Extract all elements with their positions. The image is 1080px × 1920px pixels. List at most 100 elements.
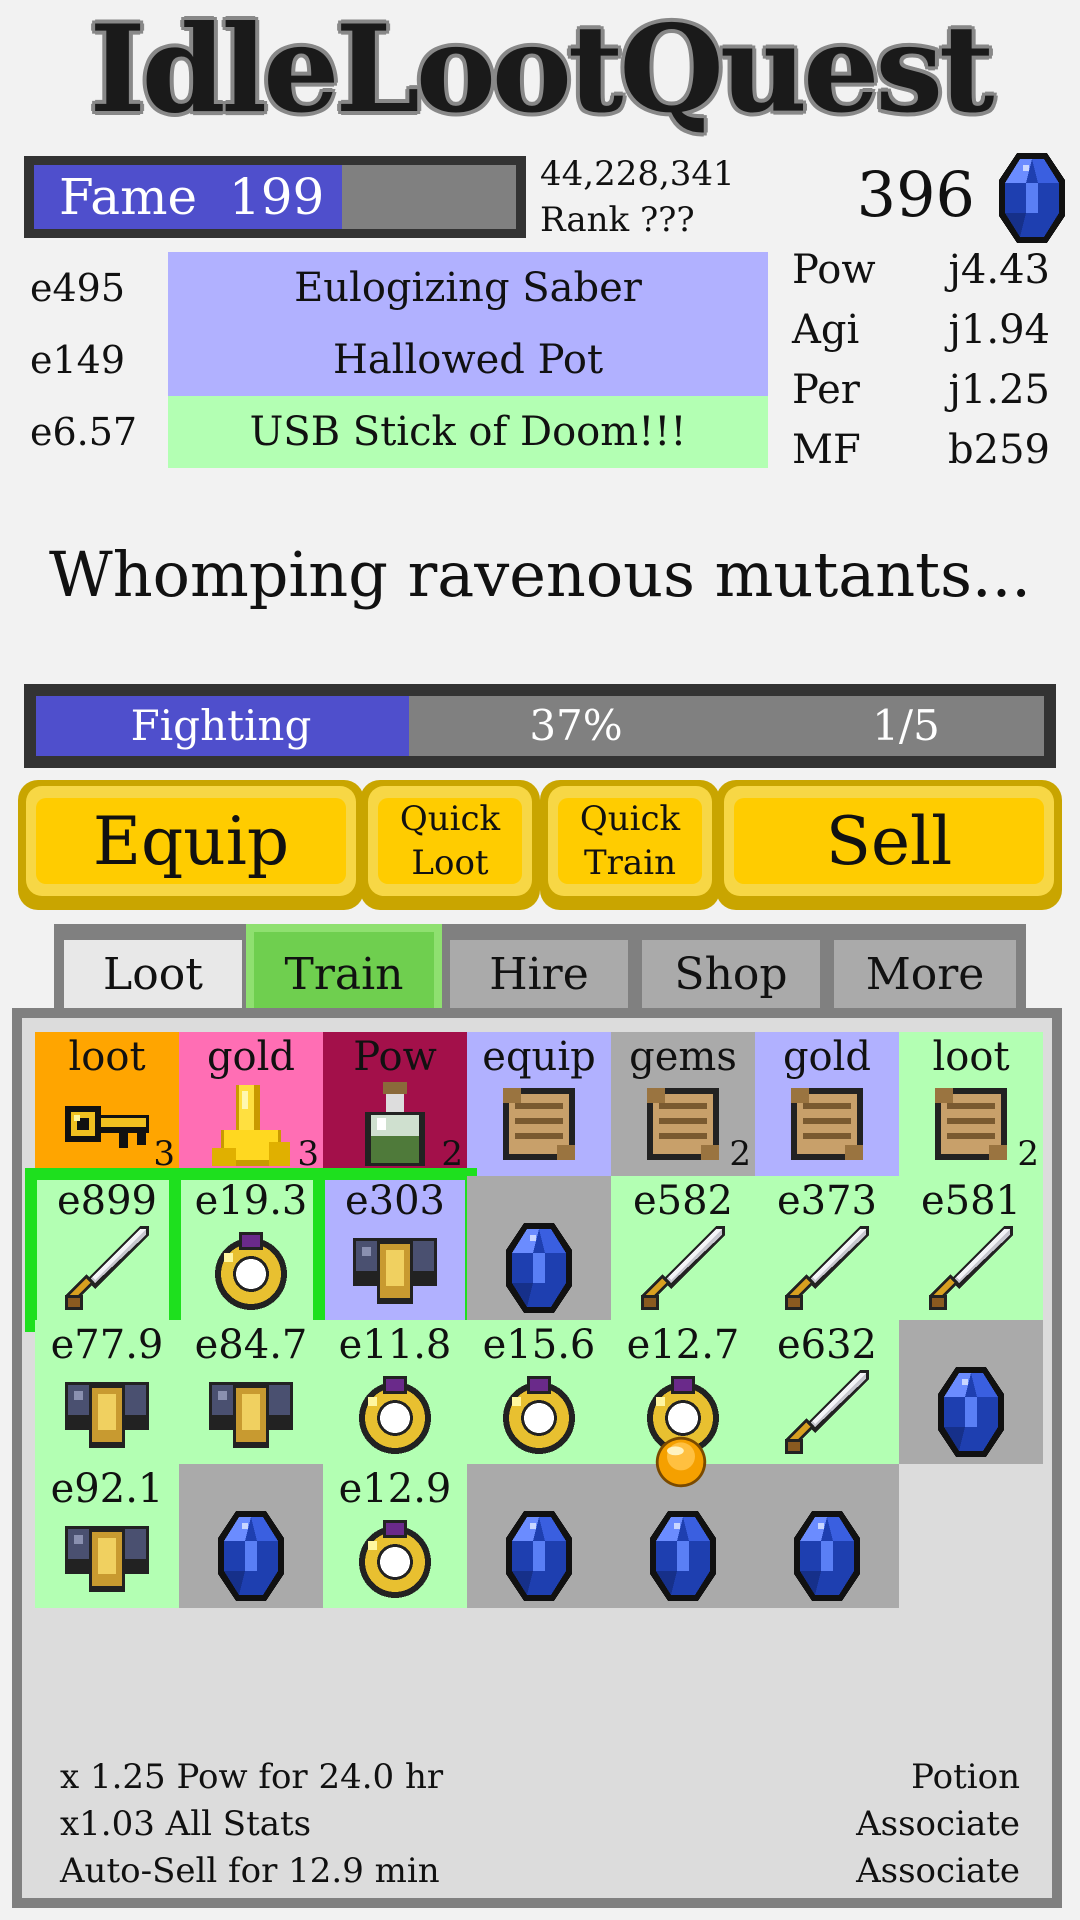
progress-wave: 1/5	[872, 701, 940, 750]
armor-icon	[201, 1364, 301, 1460]
key-icon	[57, 1076, 157, 1172]
quick-loot-button[interactable]: Quick Loot	[360, 780, 540, 910]
slot-label: e12.9	[338, 1466, 452, 1512]
quick-train-label: Quick Train	[558, 798, 702, 884]
gem-icon	[643, 1508, 743, 1604]
sword-icon	[777, 1364, 877, 1460]
slot-label: gold	[206, 1034, 296, 1080]
inventory-slot[interactable]: e92.1	[35, 1464, 179, 1608]
ring-icon	[201, 1220, 301, 1316]
armor-icon	[57, 1508, 157, 1604]
tab-label: Loot	[103, 949, 203, 1000]
slot-label: e581	[920, 1178, 1022, 1224]
button-face: Equip	[26, 786, 356, 896]
inventory-slot[interactable]: gems 2	[611, 1032, 755, 1176]
scroll-icon	[777, 1076, 877, 1172]
orange-orb-icon	[653, 1434, 709, 1490]
slot-label: e373	[776, 1178, 878, 1224]
sell-button[interactable]: Sell	[716, 780, 1062, 910]
armor-icon	[57, 1364, 157, 1460]
inventory-slot[interactable]: e581	[899, 1176, 1043, 1320]
inventory-slot[interactable]: e11.8	[323, 1320, 467, 1464]
inventory-slot[interactable]: loot 3	[35, 1032, 179, 1176]
inventory-slot-empty[interactable]	[755, 1464, 899, 1608]
slot-label: gems	[629, 1034, 737, 1080]
fame-track: Fame 199	[34, 165, 516, 229]
slot-label: e303	[344, 1178, 446, 1224]
activity-text: Whomping ravenous mutants...	[48, 538, 1032, 611]
inventory-slot-empty[interactable]	[467, 1176, 611, 1320]
tab-shop[interactable]: Shop	[636, 934, 826, 1016]
inventory-slot-empty[interactable]	[899, 1320, 1043, 1464]
buff-text: x 1.25 Pow for 24.0 hr	[60, 1757, 444, 1797]
quick-loot-label-line1: Quick	[399, 799, 501, 839]
inventory-slot[interactable]: e582	[611, 1176, 755, 1320]
inventory-slot[interactable]: e12.9	[323, 1464, 467, 1608]
slot-label: e899	[56, 1178, 158, 1224]
stat-value: j1.94	[948, 307, 1050, 353]
inventory-slot-empty[interactable]	[179, 1464, 323, 1608]
equipped-value: e6.57	[30, 410, 138, 454]
gem-icon	[499, 1508, 599, 1604]
slot-label: e15.6	[482, 1322, 596, 1368]
inventory-slot[interactable]: e77.9	[35, 1320, 179, 1464]
tab-label: Train	[284, 949, 404, 1000]
gem-count: 396	[856, 158, 975, 231]
gem-icon	[499, 1220, 599, 1316]
quick-train-label-line1: Quick	[579, 799, 681, 839]
gem-icon	[787, 1508, 887, 1604]
scroll-icon	[489, 1076, 589, 1172]
slot-label: e632	[776, 1322, 878, 1368]
inventory-slot[interactable]: e373	[755, 1176, 899, 1320]
gem-icon	[931, 1364, 1031, 1460]
sword-icon	[921, 1220, 1021, 1316]
slot-count: 3	[153, 1134, 175, 1174]
inventory-slot[interactable]: e899	[35, 1176, 179, 1320]
tab-label: Hire	[489, 949, 589, 1000]
potion-icon	[345, 1076, 445, 1172]
scroll-icon	[633, 1076, 733, 1172]
button-face: Sell	[724, 786, 1054, 896]
fame-bar: Fame 199	[24, 156, 526, 238]
slot-label: gold	[782, 1034, 872, 1080]
inventory-slot-empty[interactable]	[467, 1464, 611, 1608]
slot-label: e582	[632, 1178, 734, 1224]
inventory-slot[interactable]: gold	[755, 1032, 899, 1176]
slot-count: 2	[729, 1134, 751, 1174]
inventory-slot[interactable]: Pow 2	[323, 1032, 467, 1176]
tab-label: Shop	[674, 949, 788, 1000]
progress-state: Fighting	[130, 701, 312, 750]
inventory-slot[interactable]: e632	[755, 1320, 899, 1464]
quick-train-button[interactable]: Quick Train	[540, 780, 720, 910]
sword-icon	[777, 1220, 877, 1316]
equipped-weapon[interactable]: Eulogizing Saber	[168, 252, 768, 324]
sword-icon	[57, 1220, 157, 1316]
inventory-slot[interactable]: e15.6	[467, 1320, 611, 1464]
tab-label: More	[865, 949, 985, 1000]
inventory-slot[interactable]: loot 2	[899, 1032, 1043, 1176]
quick-loot-label: Quick Loot	[378, 798, 522, 884]
inventory-slot[interactable]: e19.3	[179, 1176, 323, 1320]
tab-hire[interactable]: Hire	[444, 934, 634, 1016]
tab-loot[interactable]: Loot	[58, 934, 248, 1016]
gold-coins-icon	[201, 1076, 301, 1172]
slot-label: e77.9	[50, 1322, 164, 1368]
gem-icon	[211, 1508, 311, 1604]
tab-bar: Loot Train Hire Shop More	[54, 924, 1026, 1026]
sword-icon	[633, 1220, 733, 1316]
inventory-slot[interactable]: e84.7	[179, 1320, 323, 1464]
stat-value: b259	[948, 427, 1050, 473]
inventory-slot[interactable]: gold 3	[179, 1032, 323, 1176]
stat-name: Per	[792, 367, 860, 413]
slot-label: loot	[932, 1034, 1010, 1080]
slot-count: 3	[297, 1134, 319, 1174]
inventory-slot[interactable]: equip	[467, 1032, 611, 1176]
inventory-slot[interactable]: e303	[323, 1176, 467, 1320]
equipped-accessory[interactable]: USB Stick of Doom!!!	[168, 396, 768, 468]
equipped-armor[interactable]: Hallowed Pot	[168, 324, 768, 396]
quick-train-label-line2: Train	[584, 843, 676, 883]
equip-button[interactable]: Equip	[18, 780, 364, 910]
stat-name: Agi	[792, 307, 860, 353]
tab-more[interactable]: More	[828, 934, 1022, 1016]
slot-label: loot	[68, 1034, 146, 1080]
